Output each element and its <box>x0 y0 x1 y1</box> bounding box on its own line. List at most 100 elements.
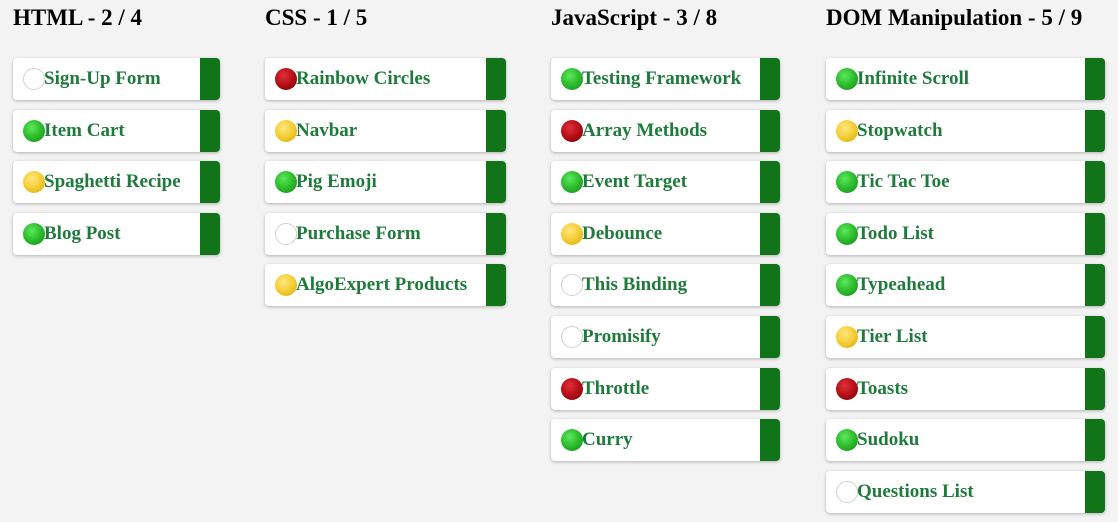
question-name: Event Target <box>582 171 688 193</box>
question-item[interactable]: Purchase Form <box>265 212 506 255</box>
question-name: Tic Tac Toe <box>857 171 950 193</box>
question-item[interactable]: Tic Tac Toe <box>826 161 1105 204</box>
question-item[interactable]: Pig Emoji <box>265 161 506 204</box>
question-name: Blog Post <box>44 222 121 244</box>
question-name: Item Cart <box>44 119 125 141</box>
question-name: Infinite Scroll <box>857 68 970 89</box>
question-item[interactable]: Stopwatch <box>826 109 1105 152</box>
question-action-bar[interactable] <box>1085 109 1105 152</box>
question-name: Typeahead <box>857 274 946 296</box>
question-action-bar[interactable] <box>486 161 506 204</box>
status-complete-icon <box>23 119 45 142</box>
question-item[interactable]: Promisify <box>551 315 780 358</box>
question-action-bar[interactable] <box>200 58 220 100</box>
question-item[interactable]: Rainbow Circles <box>265 58 506 100</box>
status-not-attempted-icon <box>275 222 297 245</box>
question-name: Sign-Up Form <box>44 68 161 89</box>
status-not-started-icon <box>561 119 583 142</box>
question-item[interactable]: Throttle <box>551 367 780 410</box>
status-complete-icon <box>275 171 297 194</box>
question-item[interactable]: Navbar <box>265 109 506 152</box>
question-item[interactable]: Curry <box>551 419 780 462</box>
category-title: DOM Manipulation - 5 / 9 <box>826 5 1083 30</box>
question-action-bar[interactable] <box>760 161 780 204</box>
question-name: AlgoExpert Products <box>296 274 468 296</box>
status-not-started-icon <box>275 68 297 90</box>
status-in-progress-icon <box>561 222 583 245</box>
question-name: Array Methods <box>582 119 708 141</box>
question-action-bar[interactable] <box>1085 212 1105 255</box>
status-in-progress-icon <box>275 274 297 297</box>
category-title: CSS - 1 / 5 <box>265 5 368 30</box>
category-title: HTML - 2 / 4 <box>13 5 143 30</box>
status-in-progress-icon <box>836 325 858 348</box>
question-action-bar[interactable] <box>1085 161 1105 204</box>
status-complete-icon <box>836 171 858 194</box>
question-item[interactable]: Typeahead <box>826 264 1105 307</box>
question-item[interactable]: Sudoku <box>826 419 1105 462</box>
question-action-bar[interactable] <box>1085 58 1105 100</box>
question-action-bar[interactable] <box>486 264 506 307</box>
status-complete-icon <box>836 429 858 452</box>
status-complete-icon <box>561 171 583 194</box>
question-item[interactable]: Toasts <box>826 367 1105 410</box>
question-item[interactable]: Infinite Scroll <box>826 58 1105 100</box>
question-item[interactable]: Tier List <box>826 315 1105 358</box>
category-title: JavaScript - 3 / 8 <box>551 5 718 30</box>
question-item[interactable]: Testing Framework <box>551 58 780 100</box>
question-action-bar[interactable] <box>1085 315 1105 358</box>
question-item[interactable]: Questions List <box>826 470 1105 513</box>
question-item[interactable]: Event Target <box>551 161 780 204</box>
status-not-attempted-icon <box>561 274 583 297</box>
question-list: Sign-Up Form Item Cart Spaghetti Recipe Blo… <box>13 58 220 264</box>
question-action-bar[interactable] <box>486 58 506 100</box>
question-action-bar[interactable] <box>760 367 780 410</box>
question-action-bar[interactable] <box>760 315 780 358</box>
question-action-bar[interactable] <box>1085 419 1105 462</box>
question-action-bar[interactable] <box>486 109 506 152</box>
question-item[interactable]: Spaghetti Recipe <box>13 161 220 204</box>
question-action-bar[interactable] <box>200 109 220 152</box>
question-list: Rainbow Circles Navbar Pig Emoji Purchase F… <box>265 58 506 316</box>
question-item[interactable]: Array Methods <box>551 109 780 152</box>
question-name: Todo List <box>857 222 934 244</box>
status-not-started-icon <box>561 377 583 400</box>
question-action-bar[interactable] <box>760 419 780 462</box>
question-action-bar[interactable] <box>1085 264 1105 307</box>
question-name: Navbar <box>296 119 358 141</box>
question-name: Stopwatch <box>857 119 943 141</box>
question-name: This Binding <box>582 274 688 296</box>
question-item[interactable]: Blog Post <box>13 212 220 255</box>
question-item[interactable]: Debounce <box>551 212 780 255</box>
question-item[interactable]: AlgoExpert Products <box>265 264 506 307</box>
status-in-progress-icon <box>836 119 858 142</box>
question-action-bar[interactable] <box>760 264 780 307</box>
question-item[interactable]: This Binding <box>551 264 780 307</box>
question-name: Throttle <box>582 377 650 399</box>
question-action-bar[interactable] <box>1085 470 1105 513</box>
status-complete-icon <box>561 429 583 452</box>
question-name: Tier List <box>857 325 928 347</box>
question-name: Questions List <box>857 480 974 502</box>
question-name: Debounce <box>582 222 663 244</box>
status-complete-icon <box>23 222 45 245</box>
question-action-bar[interactable] <box>760 212 780 255</box>
status-complete-icon <box>836 274 858 297</box>
status-not-attempted-icon <box>23 68 45 90</box>
question-action-bar[interactable] <box>760 58 780 100</box>
question-action-bar[interactable] <box>200 161 220 204</box>
question-name: Purchase Form <box>296 222 421 244</box>
question-action-bar[interactable] <box>200 212 220 255</box>
status-complete-icon <box>836 68 858 90</box>
question-name: Rainbow Circles <box>296 68 431 89</box>
question-name: Spaghetti Recipe <box>44 171 181 193</box>
question-item[interactable]: Sign-Up Form <box>13 58 220 100</box>
question-action-bar[interactable] <box>760 109 780 152</box>
status-complete-icon <box>836 222 858 245</box>
question-item[interactable]: Todo List <box>826 212 1105 255</box>
question-name: Toasts <box>857 377 909 399</box>
question-item[interactable]: Item Cart <box>13 109 220 152</box>
question-action-bar[interactable] <box>486 212 506 255</box>
status-complete-icon <box>561 68 583 90</box>
question-action-bar[interactable] <box>1085 367 1105 410</box>
